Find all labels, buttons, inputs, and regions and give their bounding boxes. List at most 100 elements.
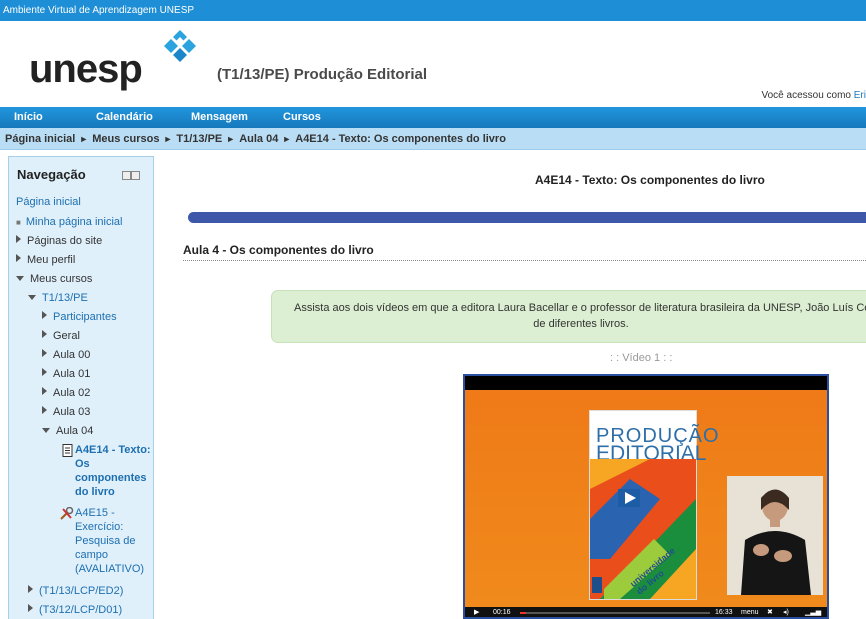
collapse-arrow-icon: [42, 428, 50, 433]
collapse-arrow-icon: [16, 276, 24, 281]
section-title: Aula 4 - Os componentes do livro: [183, 243, 374, 257]
nav-general[interactable]: Geral: [42, 329, 80, 343]
main-menu: Início Calendário Mensagem Cursos: [0, 107, 866, 128]
course-title: (T1/13/PE) Produção Editorial: [217, 66, 428, 83]
expand-arrow-icon: [42, 368, 47, 376]
logged-prefix: Você acessou como: [761, 90, 851, 101]
resource-line: do livro: [75, 486, 115, 498]
expand-arrow-icon: [28, 585, 33, 593]
menu-item-cursos[interactable]: Cursos: [283, 107, 321, 128]
notice-line-1: Assista aos dois vídeos em que a editora…: [294, 302, 866, 314]
user-link[interactable]: Eri: [854, 90, 866, 101]
unesp-logo-icon: [164, 30, 196, 62]
interpreter-image: [727, 476, 823, 595]
menu-item-calendario[interactable]: Calendário: [96, 107, 153, 128]
sign-language-interpreter: [727, 476, 823, 595]
nav-aula-01[interactable]: Aula 01: [42, 367, 90, 381]
nav-aula-label: Aula 02: [53, 387, 91, 399]
breadcrumb-course[interactable]: T1/13/PE: [176, 133, 222, 145]
nav-aula-02[interactable]: Aula 02: [42, 386, 90, 400]
video-frame[interactable]: PRODUÇÃO EDITORIAL universidade do livro: [465, 390, 827, 607]
nav-site-pages[interactable]: Páginas do site: [16, 234, 102, 248]
bullet-icon: ■: [16, 218, 21, 227]
nav-aula-label: Aula 01: [53, 368, 91, 380]
nav-home[interactable]: Página inicial: [16, 195, 81, 209]
breadcrumb-separator: ►: [282, 134, 292, 144]
time-elapsed: 00:16: [493, 609, 511, 616]
breadcrumb-separator: ►: [226, 134, 236, 144]
site-name[interactable]: Ambiente Virtual de Aprendizagem UNESP: [3, 5, 194, 16]
video-player[interactable]: PRODUÇÃO EDITORIAL universidade do livro: [463, 374, 829, 619]
breadcrumb: Página inicial ► Meus cursos ► T1/13/PE ► Aula…: [0, 128, 866, 150]
volume-level-icon[interactable]: ▁▃▅: [805, 607, 821, 617]
breadcrumb-home[interactable]: Página inicial: [5, 133, 75, 145]
title-divider-bar: [188, 212, 866, 223]
expand-arrow-icon: [28, 604, 33, 612]
nav-course-d01[interactable]: (T3/12/LCP/D01): [28, 603, 122, 617]
expand-arrow-icon: [42, 330, 47, 338]
breadcrumb-separator: ►: [79, 134, 89, 144]
collapse-arrow-icon: [28, 295, 36, 300]
notice-box: Assista aos dois vídeos em que a editora…: [271, 290, 866, 343]
nav-profile[interactable]: Meu perfil: [16, 253, 75, 267]
expand-arrow-icon: [16, 235, 21, 243]
volume-icon[interactable]: ◂): [783, 607, 789, 617]
unesp-logo[interactable]: unesp: [29, 47, 143, 92]
nav-site-pages-label: Páginas do site: [27, 235, 103, 247]
document-icon: [62, 444, 73, 457]
nav-profile-label: Meu perfil: [27, 254, 76, 266]
nav-my-home-label: Minha página inicial: [25, 216, 123, 228]
nav-course-ed2[interactable]: (T1/13/LCP/ED2): [28, 584, 123, 598]
expand-arrow-icon: [42, 349, 47, 357]
navigation-block: Navegação Página inicial ■ Minha página i…: [8, 156, 154, 619]
nav-aula-03[interactable]: Aula 03: [42, 405, 90, 419]
fullscreen-icon[interactable]: ✖: [767, 607, 773, 617]
video-controls: ▶ 00:16 16:33 menu ✖ ◂) ▁▃▅: [465, 607, 827, 617]
section-divider: [183, 260, 866, 261]
nav-aula-label: Aula 04: [56, 425, 94, 437]
menu-item-mensagem[interactable]: Mensagem: [191, 107, 248, 128]
logged-in-info: Você acessou como Eri: [761, 90, 866, 101]
resource-line: componentes: [75, 472, 147, 484]
nav-aula-00[interactable]: Aula 00: [42, 348, 90, 362]
nav-my-courses-label: Meus cursos: [30, 273, 93, 285]
nav-my-home[interactable]: ■ Minha página inicial: [16, 215, 122, 230]
top-bar: Ambiente Virtual de Aprendizagem UNESP: [0, 0, 866, 21]
nav-course-label: T1/13/PE: [42, 292, 88, 304]
expand-arrow-icon: [16, 254, 21, 262]
progress-bar[interactable]: [520, 612, 710, 614]
collapse-icon[interactable]: [122, 171, 131, 180]
breadcrumb-separator: ►: [163, 134, 173, 144]
nav-aula-label: Aula 00: [53, 349, 91, 361]
navigation-title: Navegação: [17, 167, 86, 182]
dock-icon[interactable]: [131, 171, 140, 180]
notice-line-2: de diferentes livros.: [533, 318, 629, 330]
nav-general-label: Geral: [53, 330, 80, 342]
breadcrumb-current: A4E14 - Texto: Os componentes do livro: [295, 133, 506, 145]
resource-line: Os: [75, 458, 90, 470]
nav-participants[interactable]: Participantes: [42, 310, 117, 324]
expand-arrow-icon: [42, 311, 47, 319]
progress-fill: [520, 612, 526, 614]
nav-course[interactable]: T1/13/PE: [28, 291, 88, 305]
nav-course-label: (T3/12/LCP/D01): [39, 604, 123, 616]
breadcrumb-my-courses[interactable]: Meus cursos: [92, 133, 159, 145]
expand-arrow-icon: [42, 387, 47, 395]
page-header: unesp (T1/13/PE) Produção Editorial Você…: [0, 21, 866, 107]
video-top-bar: [465, 376, 827, 390]
tools-icon: [60, 507, 74, 520]
resource-line: A4E15 -: [75, 507, 115, 519]
breadcrumb-aula[interactable]: Aula 04: [239, 133, 278, 145]
nav-course-label: (T1/13/LCP/ED2): [39, 585, 124, 597]
menu-item-inicio[interactable]: Início: [14, 107, 43, 128]
resource-line: A4E14 - Texto:: [75, 444, 151, 456]
nav-my-courses[interactable]: Meus cursos: [16, 272, 92, 286]
expand-arrow-icon: [42, 406, 47, 414]
nav-aula-04[interactable]: Aula 04: [42, 424, 93, 438]
page-title: A4E14 - Texto: Os componentes do livro: [535, 173, 765, 187]
block-controls: [122, 171, 140, 180]
resource-line: campo: [75, 549, 109, 561]
book-title: PRODUÇÃO EDITORIAL: [596, 426, 719, 464]
play-icon[interactable]: ▶: [474, 607, 479, 617]
menu-button[interactable]: menu: [741, 607, 759, 617]
